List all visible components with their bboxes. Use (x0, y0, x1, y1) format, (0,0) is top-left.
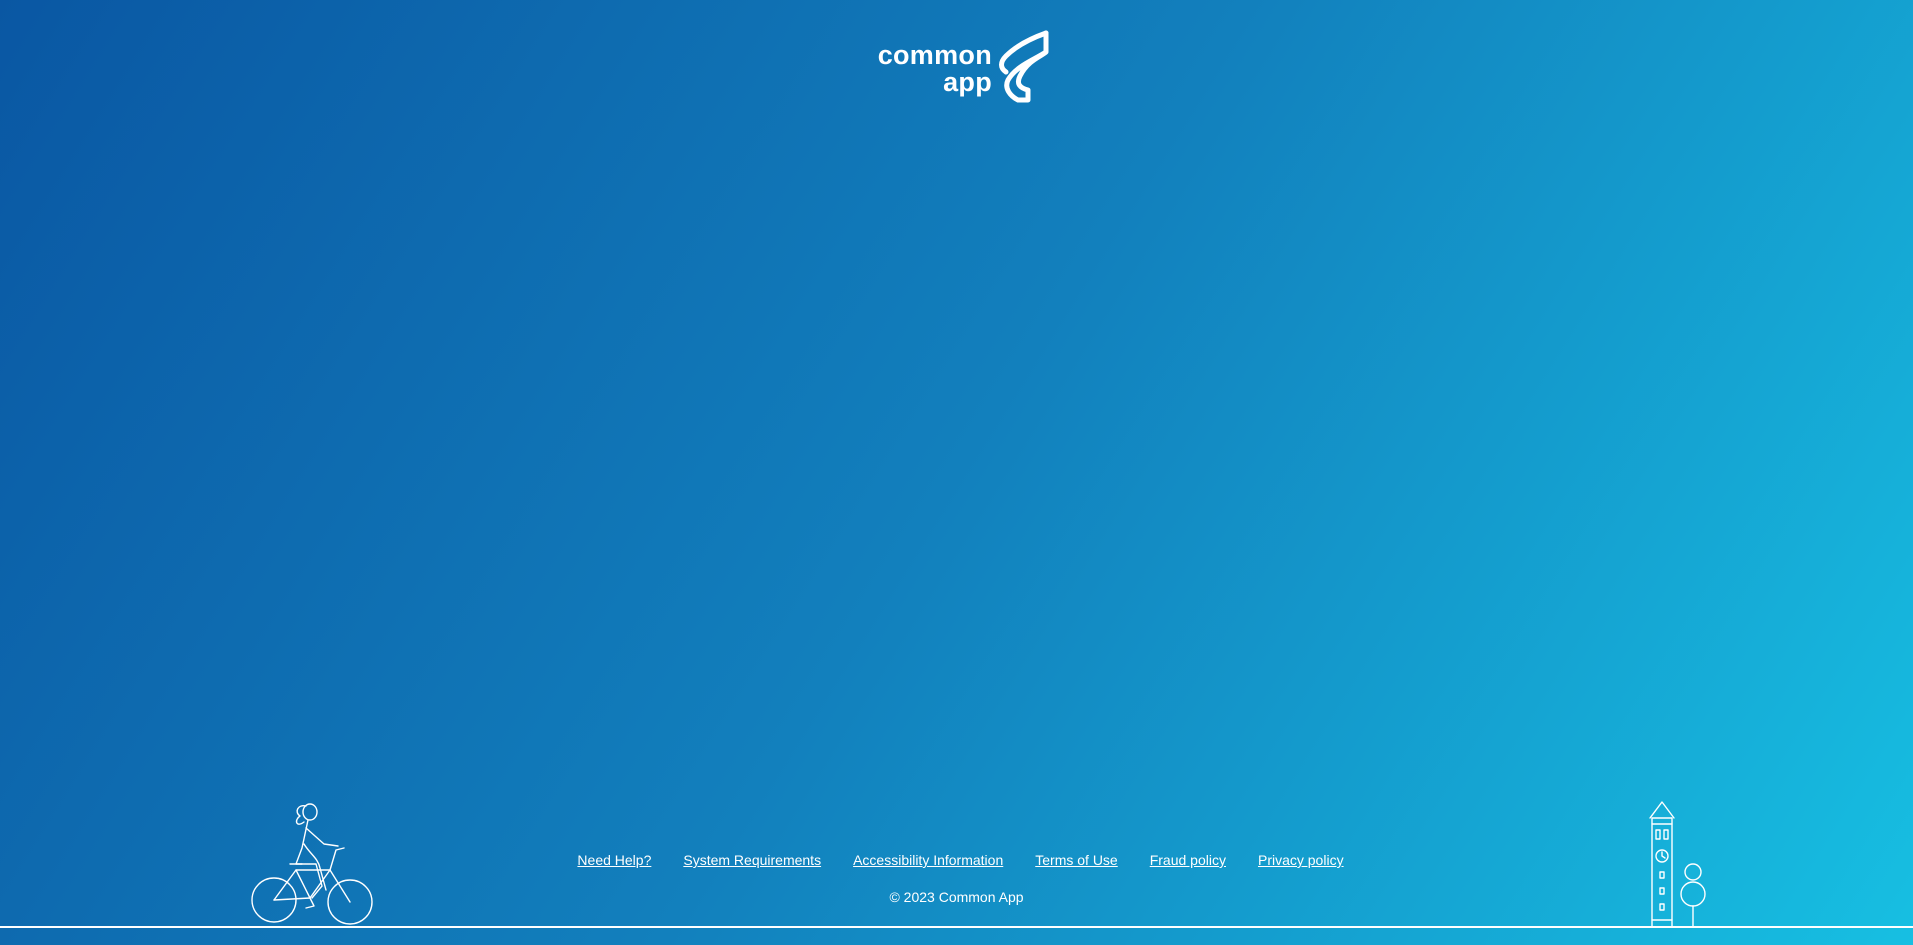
footer-nav: Need Help? System Requirements Accessibi… (0, 852, 1913, 868)
logo-mark-icon (999, 30, 1049, 103)
common-app-logo: common app (870, 30, 1050, 104)
logo-wordmark-line2: app (943, 67, 992, 97)
footer-link-terms-of-use[interactable]: Terms of Use (1035, 852, 1117, 868)
logo-wordmark-line1: common (877, 40, 992, 70)
copyright-text: © 2023 Common App (889, 889, 1024, 905)
footer-link-privacy-policy[interactable]: Privacy policy (1258, 852, 1344, 868)
footer-link-accessibility-information[interactable]: Accessibility Information (853, 852, 1003, 868)
footer-link-system-requirements[interactable]: System Requirements (683, 852, 821, 868)
footer-link-fraud-policy[interactable]: Fraud policy (1150, 852, 1226, 868)
ground-line (0, 926, 1913, 928)
footer-link-need-help[interactable]: Need Help? (577, 852, 651, 868)
logo-wordmark: common app (878, 42, 992, 96)
